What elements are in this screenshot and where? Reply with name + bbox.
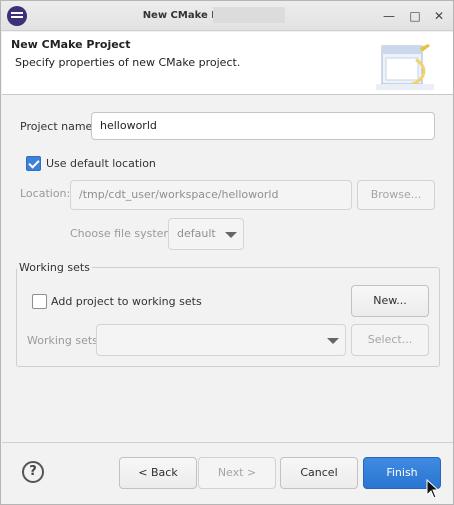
maximize-button[interactable]: □ — [409, 10, 421, 22]
new-working-set-button[interactable]: New... — [351, 285, 429, 317]
minimize-button[interactable]: — — [383, 10, 395, 22]
next-button[interactable]: Next > — [198, 457, 276, 489]
wizard-title: New CMake Project — [11, 38, 131, 51]
chevron-down-icon — [225, 232, 237, 238]
wizard-content: Project name: helloworld Use default loc… — [2, 96, 453, 442]
browse-button[interactable]: Browse... — [357, 180, 435, 210]
use-default-location-checkbox[interactable] — [26, 156, 41, 171]
dialog-window: New CMake Project — □ ✕ New CMake Projec… — [0, 0, 454, 505]
footer-separator — [2, 442, 453, 443]
title-bar: New CMake Project — □ ✕ — [1, 1, 453, 31]
working-sets-group-title: Working sets — [17, 261, 92, 274]
project-name-input[interactable]: helloworld — [91, 112, 435, 140]
use-default-location-label[interactable]: Use default location — [46, 157, 156, 170]
file-system-select[interactable]: default — [168, 218, 244, 250]
add-to-working-sets-label[interactable]: Add project to working sets — [51, 295, 202, 308]
location-label: Location: — [20, 187, 71, 200]
wizard-header: New CMake Project Specify properties of … — [2, 32, 453, 95]
add-to-working-sets-checkbox[interactable] — [32, 294, 47, 309]
location-input[interactable]: /tmp/cdt_user/workspace/helloworld — [70, 180, 352, 210]
title-redaction — [213, 7, 285, 23]
close-button[interactable]: ✕ — [433, 10, 445, 22]
help-icon[interactable]: ? — [22, 461, 44, 483]
back-button[interactable]: < Back — [119, 457, 197, 489]
file-system-value: default — [177, 227, 216, 240]
chevron-down-icon — [327, 338, 339, 344]
cancel-button[interactable]: Cancel — [280, 457, 358, 489]
working-sets-label: Working sets: — [27, 334, 102, 347]
wizard-description: Specify properties of new CMake project. — [15, 56, 241, 69]
project-name-label: Project name: — [20, 120, 97, 133]
file-system-label: Choose file system: — [70, 227, 178, 240]
new-project-banner-icon — [376, 44, 434, 90]
working-sets-select[interactable] — [96, 324, 346, 356]
mouse-pointer-icon — [426, 479, 440, 499]
select-working-sets-button[interactable]: Select... — [351, 324, 429, 356]
